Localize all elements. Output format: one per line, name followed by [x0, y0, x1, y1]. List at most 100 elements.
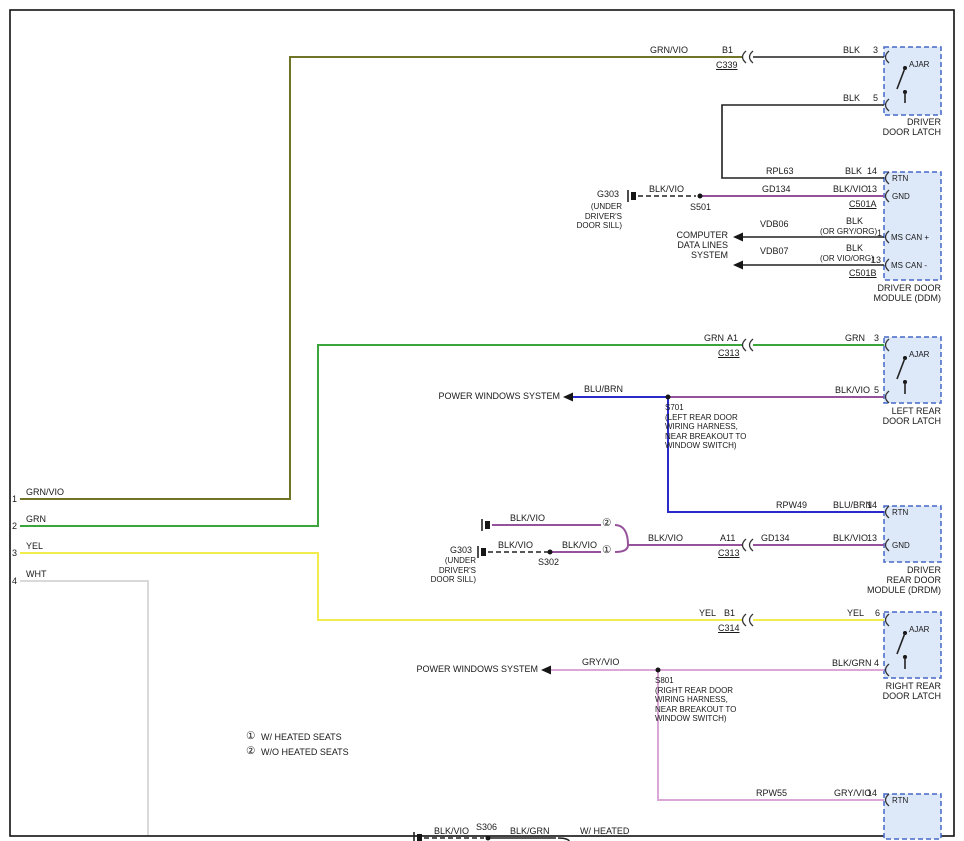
- component-title-line: LEFT REAR: [838, 406, 941, 416]
- component-title-drdm: DRIVER REAR DOOR MODULE (DRDM): [818, 565, 941, 595]
- pin-number: 3: [874, 333, 879, 343]
- connector-link-c501a[interactable]: C501A: [849, 199, 877, 209]
- arrow-power-windows-left: [563, 393, 573, 402]
- pin-number: 14: [867, 166, 877, 176]
- splice-note-line: WIRING HARNESS,: [665, 422, 746, 432]
- wire-color-label: BLK: [843, 93, 860, 103]
- ground-id-label: G303: [450, 545, 472, 555]
- splice-note-line: (LEFT REAR DOOR: [665, 413, 746, 423]
- wire-grn-vio: [20, 57, 742, 499]
- system-label-line: POWER WINDOWS SYSTEM: [428, 391, 560, 401]
- pin-label-rtn: RTN: [892, 174, 908, 184]
- ground-location-note: (UNDER DRIVER'S DOOR SILL): [392, 556, 476, 585]
- driver-door-latch-box: [884, 47, 941, 115]
- wire-color-label: YEL: [699, 608, 716, 618]
- pin-label-gnd: GND: [892, 541, 910, 551]
- input-3-wire-color: YEL: [26, 541, 43, 551]
- ground-g303-drdm-icon: [478, 546, 486, 558]
- wire-yel: [20, 553, 742, 620]
- circuit-label: RPW49: [776, 500, 807, 510]
- power-windows-system-label: POWER WINDOWS SYSTEM: [428, 391, 560, 401]
- power-windows-system-label: POWER WINDOWS SYSTEM: [406, 664, 538, 674]
- component-title-line: MODULE (DDM): [818, 293, 941, 303]
- component-title-line: DOOR LATCH: [838, 416, 941, 426]
- wire-color-alt-label: (OR GRY/ORG): [820, 227, 877, 237]
- pin-number: 13: [871, 255, 881, 265]
- input-4-number: 4: [12, 576, 17, 586]
- system-label-line: COMPUTER: [646, 230, 728, 240]
- ajar-label: AJAR: [909, 350, 929, 360]
- note-1-text: W/ HEATED SEATS: [261, 732, 342, 742]
- circuit-label: VDB07: [760, 246, 789, 256]
- wire-color-label: BLK/VIO: [833, 184, 868, 194]
- system-label-line: DATA LINES: [646, 240, 728, 250]
- splice-note-line: NEAR BREAKOUT TO: [655, 705, 736, 715]
- pin-label-rtn: RTN: [892, 796, 908, 806]
- connector-pin-label: A1: [727, 333, 738, 343]
- ground-location-note: (UNDER DRIVER'S DOOR SILL): [540, 202, 622, 231]
- pin-number: 13: [867, 533, 877, 543]
- wire-color-label: BLK/VIO: [434, 826, 469, 836]
- ajar-label: AJAR: [909, 60, 929, 70]
- ground-g303-ddm-icon: [628, 190, 636, 202]
- component-title-line: DRIVER: [838, 117, 941, 127]
- option-note-label: W/ HEATED: [580, 826, 629, 836]
- wire-color-label: BLK/GRN: [832, 658, 872, 668]
- input-4-wire-color: WHT: [26, 569, 47, 579]
- wire-color-label: BLK/VIO: [833, 533, 868, 543]
- computer-data-lines-label: COMPUTER DATA LINES SYSTEM: [646, 230, 728, 260]
- wiring-diagram-canvas: [0, 0, 964, 841]
- circuit-label: VDB06: [760, 219, 789, 229]
- pin-label-rtn: RTN: [892, 508, 908, 518]
- note-1-marker: ①: [246, 731, 255, 742]
- wire-color-label: BLK: [846, 216, 863, 226]
- ground-location-line: (UNDER: [540, 202, 622, 212]
- splice-id-label: S306: [476, 822, 497, 832]
- component-title-line: DRIVER: [818, 565, 941, 575]
- splice-note-s801: S801 (RIGHT REAR DOOR WIRING HARNESS, NE…: [655, 676, 736, 724]
- connector-link-c501b[interactable]: C501B: [849, 268, 877, 278]
- component-title-ddm: DRIVER DOOR MODULE (DDM): [818, 283, 941, 303]
- component-title-line: RIGHT REAR: [838, 681, 941, 691]
- input-3-number: 3: [12, 548, 17, 558]
- connector-link-c313[interactable]: C313: [718, 348, 740, 358]
- connector-pin-label: A11: [720, 533, 735, 543]
- component-title-line: DOOR LATCH: [838, 691, 941, 701]
- splice-id-label: S501: [690, 202, 711, 212]
- splice-id-label: S801: [655, 676, 736, 686]
- connector-pin-label: B1: [724, 608, 735, 618]
- wire-color-label: BLU/BRN: [584, 384, 623, 394]
- wire-color-label: BLK/VIO: [648, 533, 683, 543]
- connector-link-c313-a11[interactable]: C313: [718, 548, 740, 558]
- connector-link-c314[interactable]: C314: [718, 623, 740, 633]
- pin-number: 14: [867, 788, 877, 798]
- circuit-label: RPL63: [766, 166, 794, 176]
- splice-note-line: NEAR BREAKOUT TO: [665, 432, 746, 442]
- ajar-label: AJAR: [909, 625, 929, 635]
- ground-location-line: (UNDER: [392, 556, 476, 566]
- system-label-line: POWER WINDOWS SYSTEM: [406, 664, 538, 674]
- pin-number: 3: [873, 45, 878, 55]
- input-1-number: 1: [12, 494, 17, 504]
- pin-number: 13: [867, 184, 877, 194]
- connector-link-c339[interactable]: C339: [716, 60, 738, 70]
- wire-color-label: BLK/VIO: [835, 385, 870, 395]
- ground-heated-top-icon: [482, 519, 490, 531]
- input-2-number: 2: [12, 521, 17, 531]
- connector-pin-label: B1: [722, 45, 733, 55]
- connector-c314-arcs: [743, 614, 754, 626]
- wire-color-label: BLK/VIO: [510, 513, 545, 523]
- pin-number: 6: [875, 608, 880, 618]
- page-border: [10, 10, 954, 836]
- option-marker-2: ②: [602, 518, 611, 529]
- wire-color-label: BLK: [843, 45, 860, 55]
- note-2-text: W/O HEATED SEATS: [261, 747, 349, 757]
- wire-color-label: GRY/VIO: [582, 657, 619, 667]
- option-marker-1: ①: [602, 545, 611, 556]
- pin-number: 5: [874, 385, 879, 395]
- circuit-label: GD134: [762, 184, 791, 194]
- pin-number: 1: [877, 228, 882, 238]
- component-title-right-rear-latch: RIGHT REAR DOOR LATCH: [838, 681, 941, 701]
- splice-note-line: WINDOW SWITCH): [665, 441, 746, 451]
- wire-color-alt-label: (OR VIO/ORG): [820, 254, 874, 264]
